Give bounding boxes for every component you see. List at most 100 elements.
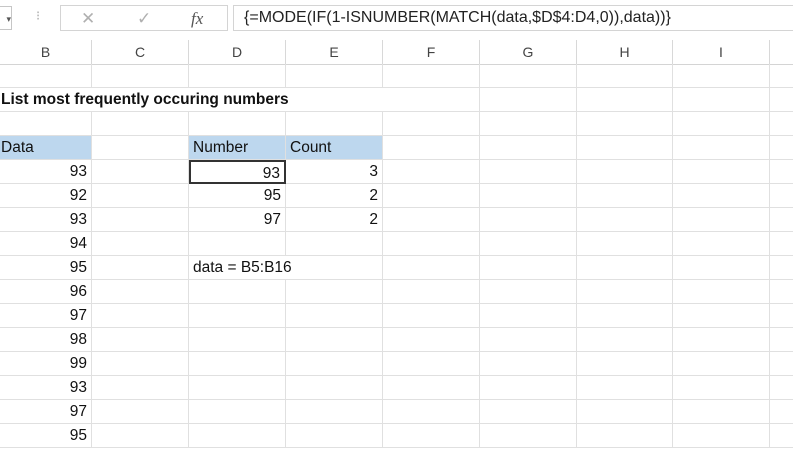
data-header[interactable]: Data	[0, 136, 92, 160]
cell[interactable]	[480, 64, 577, 88]
cell[interactable]	[286, 424, 383, 448]
cell[interactable]	[189, 352, 286, 376]
cancel-icon[interactable]: ✕	[81, 9, 95, 29]
cell[interactable]	[577, 280, 673, 304]
cell[interactable]	[577, 208, 673, 232]
cell[interactable]	[92, 184, 189, 208]
selected-cell[interactable]: 93	[189, 160, 286, 184]
cell[interactable]	[92, 256, 189, 280]
cell[interactable]	[577, 184, 673, 208]
cell[interactable]	[577, 88, 673, 112]
data-cell[interactable]: 93	[0, 208, 92, 232]
column-header-D[interactable]: D	[189, 40, 286, 64]
cell[interactable]	[480, 184, 577, 208]
column-header-G[interactable]: G	[480, 40, 577, 64]
cell[interactable]	[383, 64, 480, 88]
cell[interactable]	[383, 136, 480, 160]
cell[interactable]	[383, 424, 480, 448]
cell[interactable]	[770, 184, 793, 208]
cell[interactable]	[189, 424, 286, 448]
cell[interactable]	[0, 112, 92, 136]
cell[interactable]	[383, 352, 480, 376]
data-cell[interactable]: 97	[0, 400, 92, 424]
cell[interactable]	[577, 64, 673, 88]
cell[interactable]	[673, 208, 770, 232]
cell[interactable]	[673, 184, 770, 208]
cell[interactable]	[189, 280, 286, 304]
number-header[interactable]: Number	[189, 136, 286, 160]
cell[interactable]	[673, 112, 770, 136]
cell[interactable]	[286, 88, 383, 112]
data-cell[interactable]: 98	[0, 328, 92, 352]
cell[interactable]	[383, 256, 480, 280]
cell[interactable]	[286, 256, 383, 280]
cell[interactable]	[480, 304, 577, 328]
cell[interactable]	[770, 304, 793, 328]
cell[interactable]	[92, 112, 189, 136]
cell[interactable]	[577, 160, 673, 184]
column-header-C[interactable]: C	[92, 40, 189, 64]
cell[interactable]	[577, 352, 673, 376]
cell[interactable]	[770, 112, 793, 136]
spreadsheet-grid[interactable]: List most frequently occuring numbers Dat…	[0, 64, 793, 454]
column-header-B[interactable]: B	[0, 40, 92, 64]
data-cell[interactable]: 92	[0, 184, 92, 208]
cell[interactable]	[480, 400, 577, 424]
result-number-cell[interactable]: 97	[189, 208, 286, 232]
cell[interactable]	[770, 232, 793, 256]
result-number-cell[interactable]: 95	[189, 184, 286, 208]
cell[interactable]	[480, 328, 577, 352]
name-box-dropdown[interactable]: ▾	[0, 6, 12, 30]
cell[interactable]	[673, 400, 770, 424]
cell[interactable]	[286, 352, 383, 376]
cell[interactable]	[673, 232, 770, 256]
data-cell[interactable]: 93	[0, 376, 92, 400]
cell[interactable]	[383, 328, 480, 352]
data-cell[interactable]: 96	[0, 280, 92, 304]
cell[interactable]	[480, 280, 577, 304]
formula-input[interactable]: {=MODE(IF(1-ISNUMBER(MATCH(data,$D$4:D4,…	[233, 5, 793, 31]
cell[interactable]	[770, 280, 793, 304]
cell[interactable]	[770, 160, 793, 184]
column-header-F[interactable]: F	[383, 40, 480, 64]
cell[interactable]	[480, 160, 577, 184]
cell[interactable]	[383, 280, 480, 304]
cell[interactable]	[189, 112, 286, 136]
cell[interactable]	[286, 304, 383, 328]
cell[interactable]	[189, 400, 286, 424]
cell[interactable]	[286, 400, 383, 424]
cell[interactable]	[92, 232, 189, 256]
cell[interactable]	[577, 232, 673, 256]
cell[interactable]	[770, 424, 793, 448]
cell[interactable]	[770, 208, 793, 232]
result-count-cell[interactable]: 2	[286, 184, 383, 208]
cell[interactable]	[383, 304, 480, 328]
cell[interactable]	[92, 208, 189, 232]
cell[interactable]	[92, 304, 189, 328]
cell[interactable]	[577, 136, 673, 160]
cell[interactable]	[673, 136, 770, 160]
cell[interactable]	[770, 400, 793, 424]
data-cell[interactable]: 93	[0, 160, 92, 184]
cell[interactable]	[480, 376, 577, 400]
cell[interactable]	[673, 424, 770, 448]
data-cell[interactable]: 95	[0, 256, 92, 280]
cell[interactable]	[92, 280, 189, 304]
data-cell[interactable]: 95	[0, 424, 92, 448]
cell[interactable]	[383, 112, 480, 136]
cell[interactable]	[480, 112, 577, 136]
cell[interactable]	[480, 136, 577, 160]
cell[interactable]	[673, 160, 770, 184]
cell[interactable]	[577, 376, 673, 400]
cell[interactable]	[480, 256, 577, 280]
data-cell[interactable]: 97	[0, 304, 92, 328]
cell[interactable]	[383, 160, 480, 184]
cell[interactable]	[92, 328, 189, 352]
cell[interactable]	[577, 304, 673, 328]
cell[interactable]	[577, 424, 673, 448]
cell[interactable]	[673, 256, 770, 280]
cell[interactable]	[92, 352, 189, 376]
cell[interactable]	[92, 400, 189, 424]
cell[interactable]	[480, 232, 577, 256]
data-cell[interactable]: 99	[0, 352, 92, 376]
